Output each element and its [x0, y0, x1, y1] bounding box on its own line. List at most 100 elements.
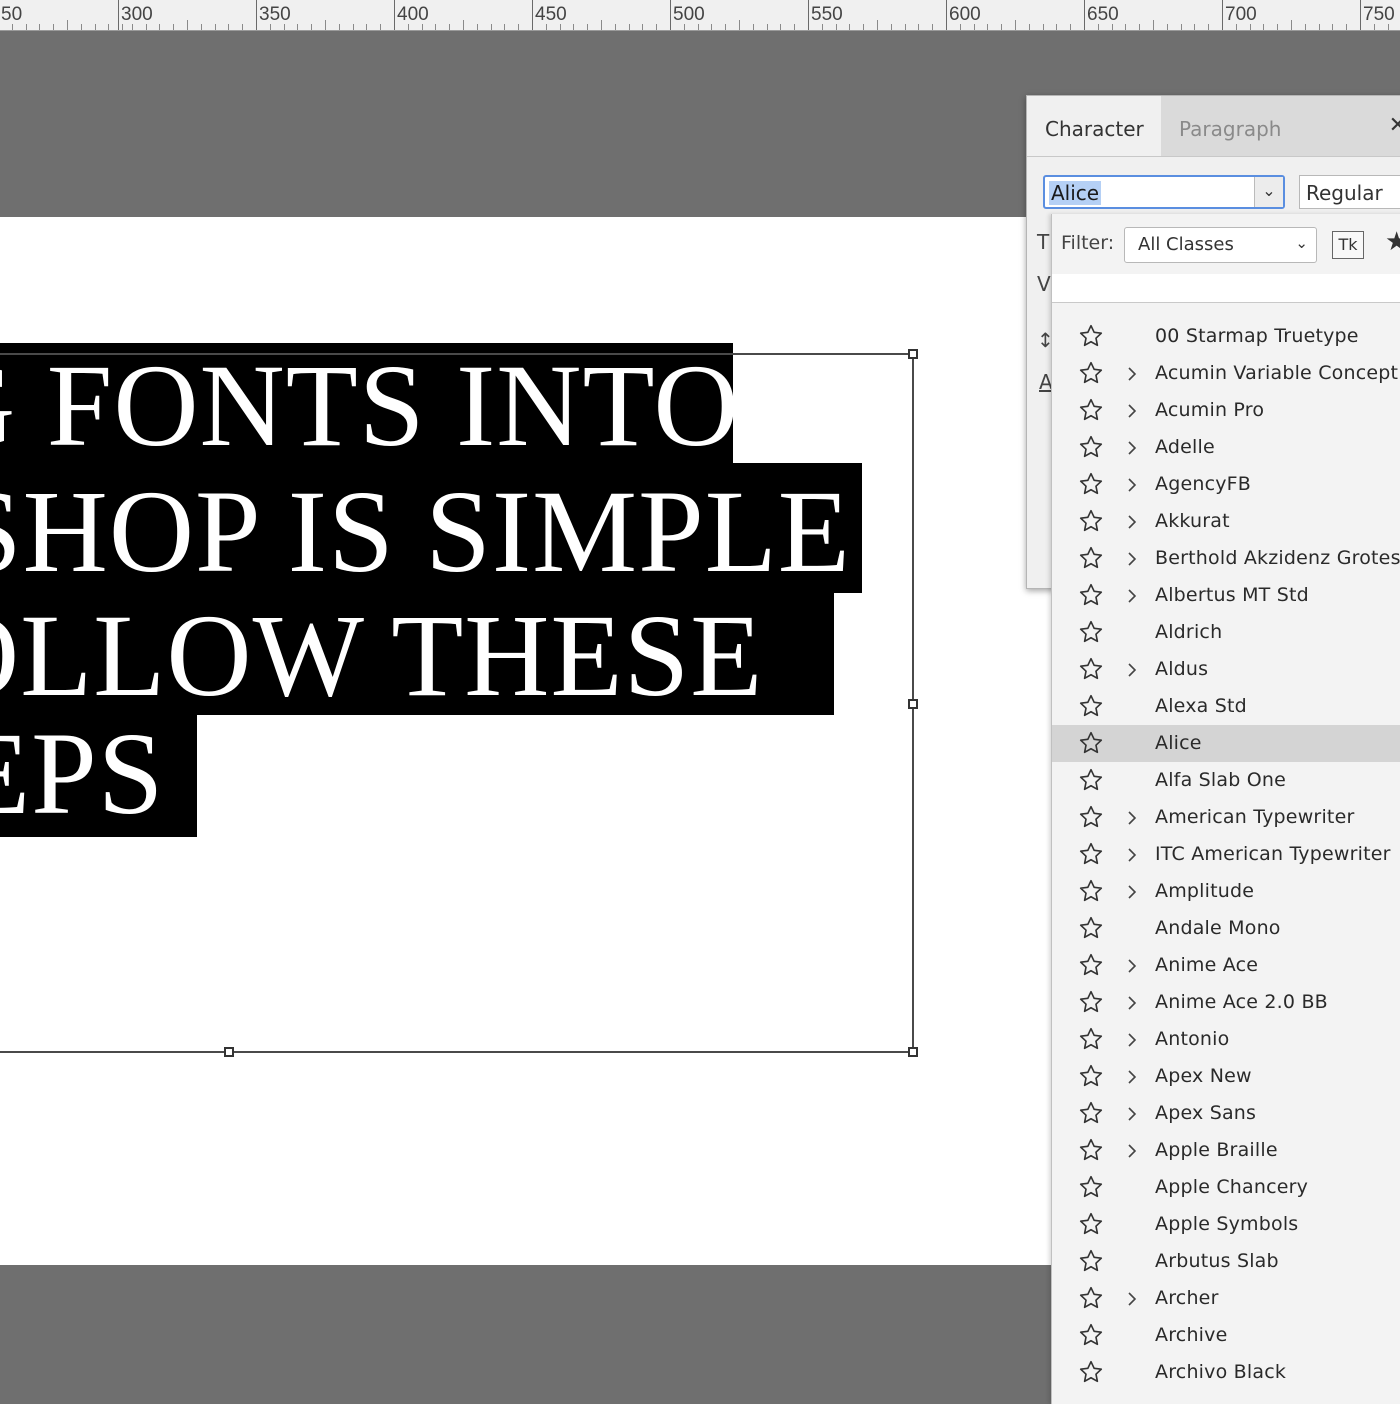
chevron-right-icon[interactable]: [1124, 355, 1140, 392]
favorite-star-icon[interactable]: [1076, 984, 1108, 1021]
font-list-item[interactable]: Albertus MT Std: [1052, 577, 1400, 614]
chevron-right-icon[interactable]: [1124, 1132, 1140, 1169]
favorite-star-icon[interactable]: [1076, 466, 1108, 503]
favorite-star-icon[interactable]: [1076, 762, 1108, 799]
font-list-item[interactable]: Apple Chancery: [1052, 1169, 1400, 1206]
font-list-item[interactable]: Akkurat: [1052, 503, 1400, 540]
chevron-right-icon[interactable]: [1124, 466, 1140, 503]
favorite-star-icon[interactable]: [1076, 1095, 1108, 1132]
tab-character[interactable]: Character: [1027, 96, 1161, 156]
font-list-item[interactable]: Amplitude: [1052, 873, 1400, 910]
favorite-star-icon[interactable]: [1076, 1206, 1108, 1243]
favorite-star-icon[interactable]: [1076, 355, 1108, 392]
favorite-star-icon[interactable]: [1076, 318, 1108, 355]
favorite-star-icon[interactable]: [1076, 392, 1108, 429]
font-list-item[interactable]: American Typewriter: [1052, 799, 1400, 836]
ruler-minor-tick: [642, 24, 644, 30]
text-bounding-box[interactable]: [0, 349, 918, 1057]
font-name: ITC American Typewriter: [1155, 843, 1391, 865]
chevron-right-icon[interactable]: [1124, 947, 1140, 984]
font-list-item[interactable]: Apple Symbols: [1052, 1206, 1400, 1243]
font-list-item[interactable]: Apple Braille: [1052, 1132, 1400, 1169]
favorite-star-icon[interactable]: [1076, 540, 1108, 577]
favorite-star-icon[interactable]: [1076, 1243, 1108, 1280]
favorite-star-icon[interactable]: [1076, 836, 1108, 873]
favorite-star-icon[interactable]: [1076, 725, 1108, 762]
font-list-item[interactable]: Apex Sans: [1052, 1095, 1400, 1132]
font-list-item[interactable]: Archive: [1052, 1317, 1400, 1354]
close-icon[interactable]: ✕: [1389, 112, 1400, 138]
favorite-star-icon[interactable]: [1076, 910, 1108, 947]
font-list-item[interactable]: Acumin Pro: [1052, 392, 1400, 429]
chevron-right-icon[interactable]: [1124, 836, 1140, 873]
chevron-right-icon[interactable]: [1124, 799, 1140, 836]
font-list-item[interactable]: AgencyFB: [1052, 466, 1400, 503]
chevron-right-icon[interactable]: [1124, 540, 1140, 577]
font-family-input[interactable]: Alice: [1049, 181, 1102, 205]
favorite-star-icon[interactable]: [1076, 503, 1108, 540]
favorite-star-icon[interactable]: [1076, 614, 1108, 651]
chevron-right-icon[interactable]: [1124, 1058, 1140, 1095]
chevron-down-icon[interactable]: ⌄: [1254, 177, 1283, 207]
font-list-item[interactable]: Adelle: [1052, 429, 1400, 466]
transform-handle-bottom-middle[interactable]: [224, 1047, 234, 1057]
font-list-item[interactable]: ITC American Typewriter: [1052, 836, 1400, 873]
chevron-right-icon[interactable]: [1124, 1095, 1140, 1132]
tab-paragraph[interactable]: Paragraph: [1161, 96, 1299, 156]
font-list-item[interactable]: Alfa Slab One: [1052, 762, 1400, 799]
favorite-star-icon[interactable]: [1076, 1317, 1108, 1354]
ruler-minor-tick: [187, 20, 188, 30]
font-list-item[interactable]: Arbutus Slab: [1052, 1243, 1400, 1280]
font-style-field[interactable]: Regular: [1299, 175, 1400, 209]
font-list-item[interactable]: Aldrich: [1052, 614, 1400, 651]
chevron-right-icon[interactable]: [1124, 1021, 1140, 1058]
favorite-star-icon[interactable]: [1076, 1021, 1108, 1058]
favorite-star-icon[interactable]: [1076, 1058, 1108, 1095]
chevron-right-icon[interactable]: [1124, 392, 1140, 429]
chevron-right-icon[interactable]: [1124, 873, 1140, 910]
favorite-star-icon[interactable]: [1076, 688, 1108, 725]
font-list-item[interactable]: Archer: [1052, 1280, 1400, 1317]
font-list-item[interactable]: Apex New: [1052, 1058, 1400, 1095]
horizontal-ruler[interactable]: 50 300 350 400 450 500 550 600 650 700 750: [0, 0, 1400, 31]
typekit-filter-button[interactable]: Tk: [1332, 231, 1364, 259]
font-list-item[interactable]: Alice: [1052, 725, 1400, 762]
ruler-minor-tick: [1180, 24, 1182, 30]
chevron-right-icon[interactable]: [1124, 984, 1140, 1021]
ruler-label: 650: [1087, 4, 1119, 25]
favorite-star-icon[interactable]: [1076, 947, 1108, 984]
transform-handle-middle-right[interactable]: [908, 699, 918, 709]
font-list-item[interactable]: Andale Mono: [1052, 910, 1400, 947]
favorite-star-icon[interactable]: [1076, 651, 1108, 688]
font-list-item[interactable]: Berthold Akzidenz Grotesk: [1052, 540, 1400, 577]
favorite-star-icon[interactable]: [1076, 873, 1108, 910]
filter-class-select[interactable]: All Classes ⌄: [1124, 227, 1317, 263]
chevron-right-icon[interactable]: [1124, 577, 1140, 614]
transform-handle-top-right[interactable]: [908, 349, 918, 359]
font-list-item[interactable]: Antonio: [1052, 1021, 1400, 1058]
favorites-filter-star-icon[interactable]: ★: [1385, 226, 1400, 257]
font-list-item[interactable]: Anime Ace 2.0 BB: [1052, 984, 1400, 1021]
favorite-star-icon[interactable]: [1076, 429, 1108, 466]
font-list-item[interactable]: Archivo Black: [1052, 1354, 1400, 1391]
font-list-item[interactable]: Anime Ace: [1052, 947, 1400, 984]
ruler-minor-tick: [587, 24, 589, 30]
font-family-field[interactable]: Alice ⌄: [1043, 175, 1285, 209]
favorite-star-icon[interactable]: [1076, 799, 1108, 836]
font-list-item[interactable]: Acumin Variable Concept: [1052, 355, 1400, 392]
font-name: Andale Mono: [1155, 917, 1281, 939]
favorite-star-icon[interactable]: [1076, 1169, 1108, 1206]
font-list-item[interactable]: Aldus: [1052, 651, 1400, 688]
chevron-right-icon[interactable]: [1124, 651, 1140, 688]
chevron-right-icon[interactable]: [1124, 503, 1140, 540]
font-list-item[interactable]: 00 Starmap Truetype: [1052, 318, 1400, 355]
chevron-right-icon[interactable]: [1124, 429, 1140, 466]
font-list-header-row: [1052, 274, 1400, 303]
transform-handle-bottom-right[interactable]: [908, 1047, 918, 1057]
favorite-star-icon[interactable]: [1076, 1132, 1108, 1169]
chevron-right-icon[interactable]: [1124, 1280, 1140, 1317]
favorite-star-icon[interactable]: [1076, 1280, 1108, 1317]
font-list-item[interactable]: Alexa Std: [1052, 688, 1400, 725]
favorite-star-icon[interactable]: [1076, 577, 1108, 614]
favorite-star-icon[interactable]: [1076, 1354, 1108, 1391]
